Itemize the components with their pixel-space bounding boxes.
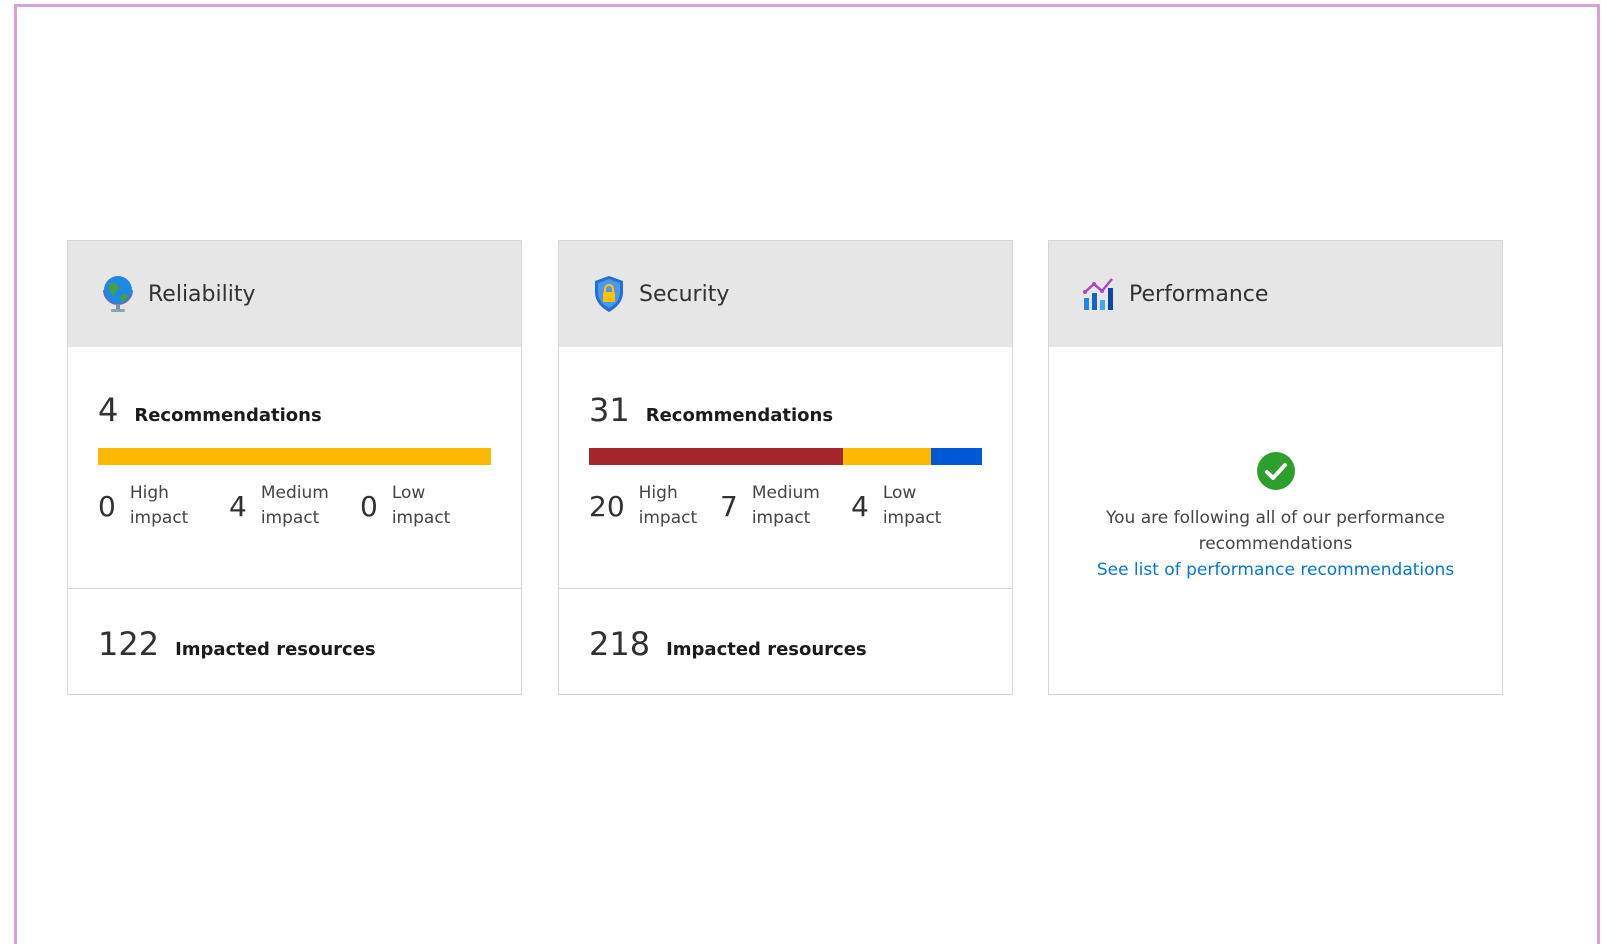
high-impact[interactable]: 20 High impact [589,481,720,531]
recommendations-count: 4 [98,391,119,429]
impacted-resources-count: 122 [98,625,160,663]
low-impact-label: Low impact [391,483,451,528]
card-divider [68,588,521,589]
impacted-resources-label: Impacted resources [666,639,867,660]
reliability-title: Reliability [148,281,256,307]
high-impact-count: 20 [589,489,625,523]
impacted-resources-label: Impacted resources [175,639,376,660]
performance-card[interactable]: Performance You are following all of our… [1048,240,1503,695]
performance-recommendations-link[interactable]: See list of performance recommendations [1097,560,1454,580]
performance-card-header: Performance [1049,241,1502,347]
security-impacted-resources[interactable]: 218 Impacted resources [589,625,867,663]
recommendations-label: Recommendations [645,405,834,426]
low-impact[interactable]: 4 Low impact [851,481,982,531]
shield-lock-icon [591,274,627,314]
impacted-resources-count: 218 [589,625,651,663]
performance-message: You are following all of our performance… [1106,508,1445,554]
reliability-card-header: Reliability [68,241,521,347]
high-impact-label: High impact [638,483,698,528]
medium-impact-count: 4 [229,489,247,523]
security-card-header: Security [559,241,1012,347]
reliability-impacted-resources[interactable]: 122 Impacted resources [98,625,376,663]
medium-impact-segment [98,448,491,465]
low-impact-count: 0 [360,489,378,523]
medium-impact[interactable]: 7 Medium impact [720,481,851,531]
reliability-impact-bar [98,448,491,465]
reliability-impact-breakdown: 0 High impact 4 Medium impact 0 Low impa… [98,481,491,531]
globe-icon [100,274,136,314]
medium-impact-count: 7 [720,489,738,523]
performance-status: You are following all of our performance… [1049,451,1502,583]
low-impact[interactable]: 0 Low impact [360,481,491,531]
recommendations-label: Recommendations [134,405,322,426]
card-divider [559,588,1012,589]
low-impact-count: 4 [851,489,869,523]
checkmark-circle-icon [1256,451,1296,491]
high-impact-label: High impact [129,483,189,528]
recommendations-count: 31 [589,391,630,429]
security-recommendations[interactable]: 31 Recommendations [589,391,833,429]
high-impact-segment [589,448,843,465]
medium-impact-label: Medium impact [751,483,820,528]
bar-chart-icon [1081,274,1117,314]
low-impact-segment [931,448,982,465]
medium-impact[interactable]: 4 Medium impact [229,481,360,531]
high-impact-count: 0 [98,489,116,523]
medium-impact-label: Medium impact [260,483,329,528]
security-impact-breakdown: 20 High impact 7 Medium impact 4 Low imp… [589,481,982,531]
high-impact[interactable]: 0 High impact [98,481,229,531]
security-title: Security [639,281,730,307]
medium-impact-segment [842,448,932,465]
reliability-card[interactable]: Reliability 4 Recommendations 0 High imp… [67,240,522,695]
security-impact-bar [589,448,982,465]
reliability-recommendations[interactable]: 4 Recommendations [98,391,322,429]
low-impact-label: Low impact [882,483,942,528]
performance-title: Performance [1129,281,1269,307]
security-card[interactable]: Security 31 Recommendations 20 High impa… [558,240,1013,695]
